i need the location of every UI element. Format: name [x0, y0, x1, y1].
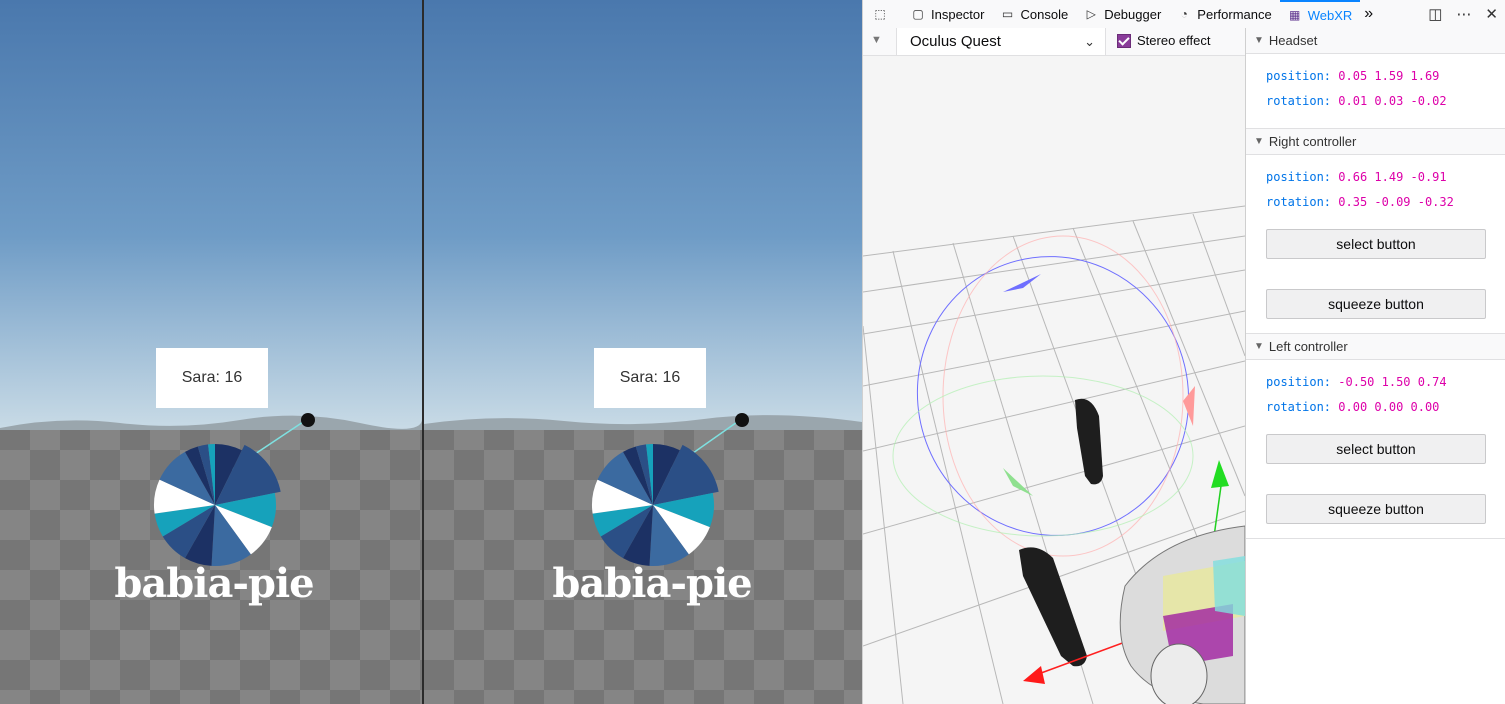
- viewport-toolbar: ▼ Oculus Quest ⌄ Stereo effect: [863, 28, 1245, 56]
- left-controller-position[interactable]: position: -0.50 1.50 0.74: [1266, 370, 1505, 395]
- rotation-label: rotation:: [1266, 195, 1332, 209]
- console-icon: ▭: [1001, 7, 1014, 21]
- headset-position[interactable]: position: 0.05 1.59 1.69: [1266, 64, 1505, 89]
- overflow-tabs-button[interactable]: »: [1360, 0, 1377, 28]
- tab-inspector[interactable]: ▢ Inspector: [903, 0, 992, 28]
- tab-label: WebXR: [1307, 7, 1353, 23]
- position-label: position:: [1266, 375, 1332, 389]
- position-value: -0.50 1.50 0.74: [1338, 375, 1447, 389]
- headset-model[interactable]: [1119, 525, 1245, 704]
- headset-rotation[interactable]: rotation: 0.01 0.03 -0.02: [1266, 89, 1505, 114]
- tab-label: Inspector: [931, 6, 985, 22]
- position-label: position:: [1266, 170, 1332, 184]
- position-label: position:: [1266, 69, 1332, 83]
- debugger-icon: ▷: [1086, 7, 1096, 21]
- tab-label: Performance: [1197, 6, 1272, 22]
- axis-x-arrow: [1023, 666, 1045, 684]
- chevron-down-icon: ⌄: [1084, 33, 1095, 49]
- headset-section: position: 0.05 1.59 1.69 rotation: 0.01 …: [1246, 54, 1505, 128]
- right-controller-section: position: 0.66 1.49 -0.91 rotation: 0.35…: [1246, 155, 1505, 333]
- inspector-icon: ▢: [912, 7, 924, 21]
- left-select-button[interactable]: select button: [1266, 434, 1486, 464]
- left-controller-section-header[interactable]: ▼ Left controller: [1246, 333, 1505, 360]
- rotation-label: rotation:: [1266, 400, 1332, 414]
- vr-scene-viewport[interactable]: Sara: 16 babia-pie Sara: 16 babia-pie: [0, 0, 862, 704]
- rotation-gizmo: [892, 235, 1194, 557]
- controller-model: [735, 413, 749, 427]
- tab-label: Console: [1020, 6, 1069, 22]
- right-eye-view: Sara: 16 babia-pie: [424, 0, 862, 704]
- section-title: Right controller: [1268, 134, 1357, 149]
- left-eye-view: Sara: 16 babia-pie: [0, 0, 422, 704]
- more-options-icon[interactable]: ⋯: [1456, 5, 1471, 23]
- rotation-value: 0.01 0.03 -0.02: [1338, 94, 1447, 108]
- section-title: Left controller: [1268, 339, 1348, 354]
- picker-icon: ⬚: [874, 7, 886, 21]
- rotation-value: 0.35 -0.09 -0.32: [1338, 195, 1454, 209]
- left-controller-rotation[interactable]: rotation: 0.00 0.00 0.00: [1266, 395, 1505, 420]
- axis-y-arrow: [1211, 460, 1229, 488]
- stereo-label: Stereo effect: [1137, 33, 1211, 48]
- right-controller-rotation[interactable]: rotation: 0.35 -0.09 -0.32: [1266, 190, 1505, 215]
- collapse-triangle-icon: ▼: [1254, 341, 1264, 352]
- right-controller-section-header[interactable]: ▼ Right controller: [1246, 128, 1505, 155]
- device-select[interactable]: Oculus Quest ⌄: [896, 28, 1106, 55]
- rotation-label: rotation:: [1266, 94, 1332, 108]
- left-controller-section: position: -0.50 1.50 0.74 rotation: 0.00…: [1246, 360, 1505, 538]
- collapse-triangle-icon: ▼: [1254, 136, 1264, 147]
- right-squeeze-button[interactable]: squeeze button: [1266, 289, 1486, 319]
- gizmo-handle-red[interactable]: [1183, 386, 1195, 426]
- device-emulator-canvas[interactable]: [863, 56, 1245, 704]
- stereo-effect-toggle[interactable]: Stereo effect: [1117, 33, 1210, 48]
- right-controller-position[interactable]: position: 0.66 1.49 -0.91: [1266, 165, 1505, 190]
- devtools-panel: ⬚ ▢ Inspector ▭ Console ▷ Debugger ◔ Perform…: [862, 0, 1505, 704]
- device-select-value: Oculus Quest: [910, 33, 1001, 50]
- controller-model: [301, 413, 315, 427]
- chart-title: babia-pie: [114, 560, 314, 607]
- chart-title: babia-pie: [552, 560, 752, 607]
- dock-icon[interactable]: ◫: [1428, 5, 1442, 23]
- tab-webxr[interactable]: ▦ WebXR: [1279, 0, 1361, 28]
- stereo-checkbox[interactable]: [1117, 33, 1131, 48]
- position-value: 0.66 1.49 -0.91: [1338, 170, 1447, 184]
- tab-performance[interactable]: ◔ Performance: [1169, 0, 1279, 28]
- element-picker-button[interactable]: ⬚: [863, 0, 903, 28]
- rotation-value: 0.00 0.00 0.00: [1338, 400, 1440, 414]
- close-icon[interactable]: ✕: [1485, 5, 1498, 23]
- section-title: Headset: [1268, 33, 1318, 48]
- collapse-toggle-icon[interactable]: ▼: [871, 34, 882, 46]
- position-value: 0.05 1.59 1.69: [1338, 69, 1440, 83]
- right-select-button[interactable]: select button: [1266, 229, 1486, 259]
- left-controller-model[interactable]: [1075, 398, 1103, 485]
- pie-tooltip: Sara: 16: [594, 348, 706, 408]
- webxr-icon: ▦: [1289, 8, 1301, 22]
- right-controller-model[interactable]: [1019, 547, 1087, 667]
- gizmo-handle-blue[interactable]: [1003, 274, 1041, 292]
- collapse-triangle-icon: ▼: [1254, 35, 1264, 46]
- left-squeeze-button[interactable]: squeeze button: [1266, 494, 1486, 524]
- webxr-controls-panel: ▼ Headset position: 0.05 1.59 1.69 rotat…: [1246, 28, 1505, 704]
- panel-divider: [1246, 538, 1505, 539]
- devtools-tabbar: ⬚ ▢ Inspector ▭ Console ▷ Debugger ◔ Perform…: [863, 0, 1505, 29]
- webxr-3d-viewport[interactable]: ▼ Oculus Quest ⌄ Stereo effect: [863, 28, 1246, 704]
- tab-console[interactable]: ▭ Console: [992, 0, 1076, 28]
- headset-section-header[interactable]: ▼ Headset: [1246, 28, 1505, 54]
- tab-debugger[interactable]: ▷ Debugger: [1076, 0, 1169, 28]
- tab-label: Debugger: [1104, 6, 1162, 22]
- performance-icon: ◔: [1180, 7, 1188, 21]
- pie-tooltip: Sara: 16: [156, 348, 268, 408]
